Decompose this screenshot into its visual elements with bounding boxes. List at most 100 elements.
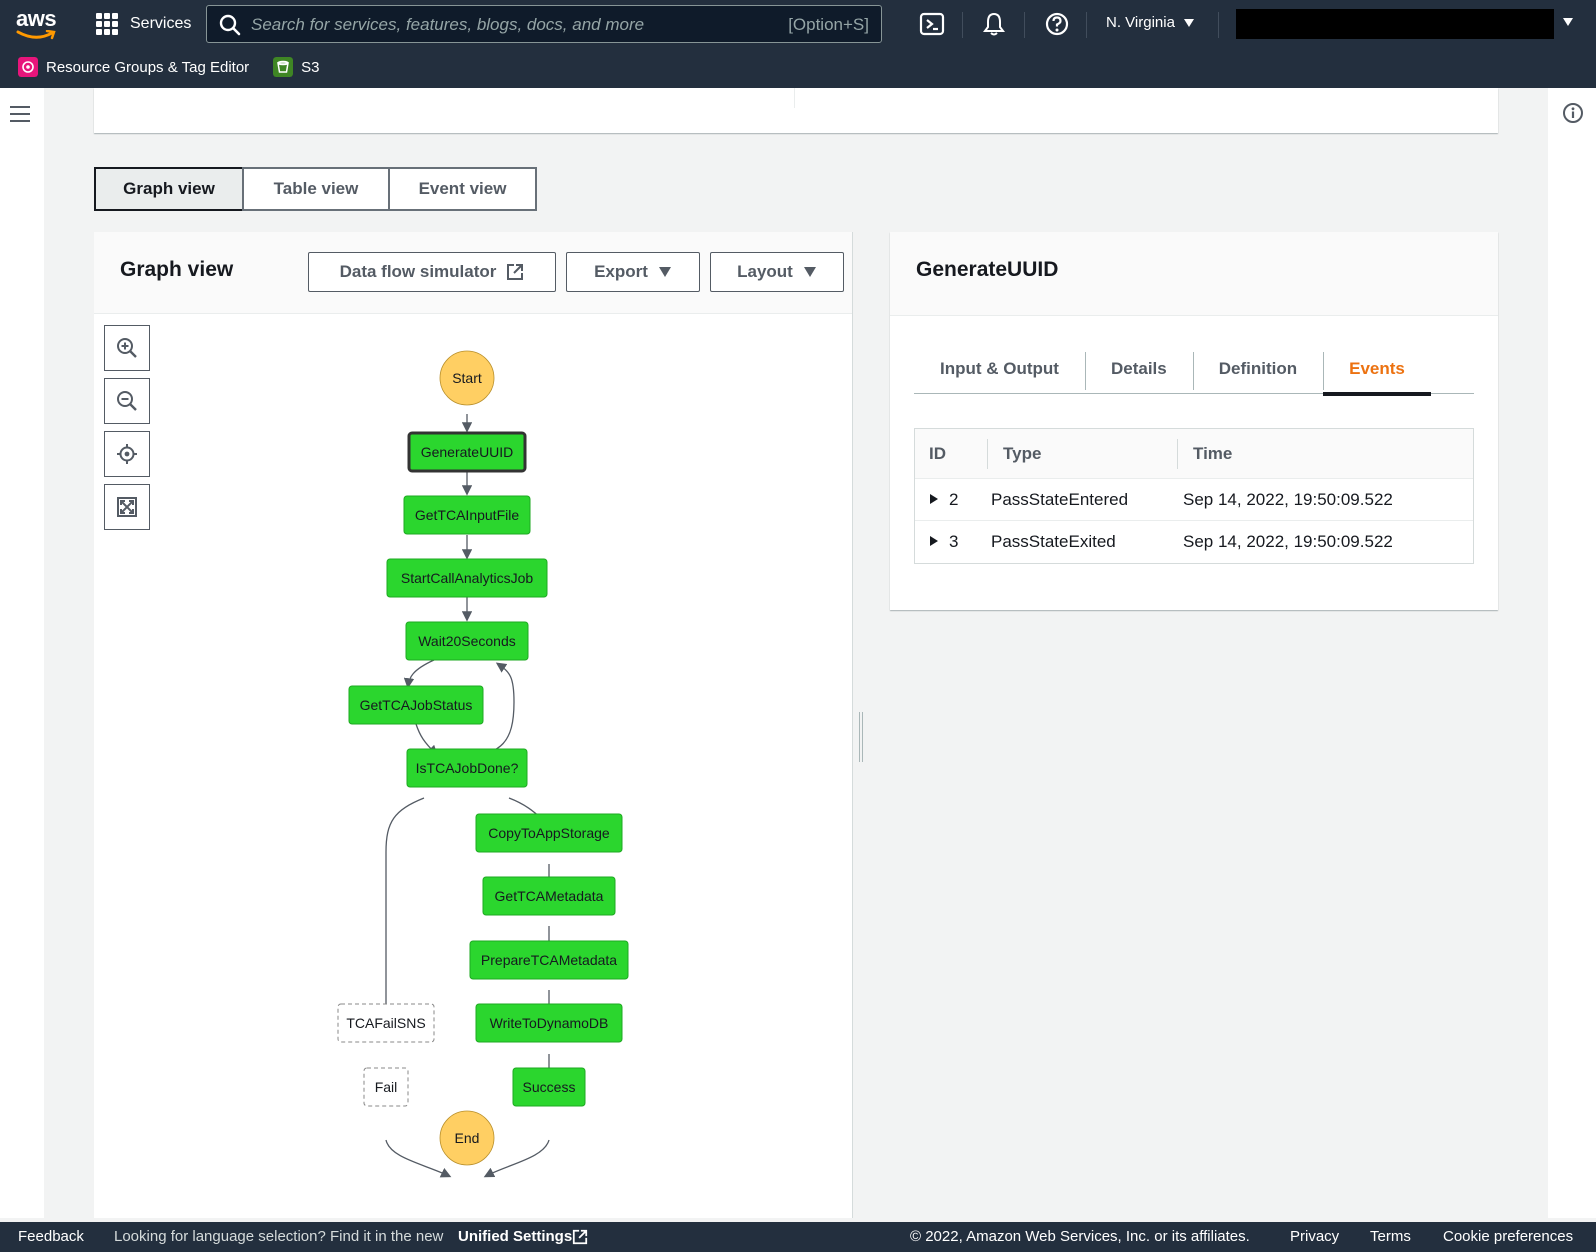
state-node[interactable]: TCAFailSNS [337,1003,435,1043]
state-details-panel: GenerateUUID Input & Output Details Defi… [890,232,1498,610]
state-node-label: PrepareTCAMetadata [481,952,617,968]
caret-down-icon [658,267,671,277]
layout-button[interactable]: Layout [710,252,844,292]
center-graph-button[interactable] [104,431,150,477]
column-header-time[interactable]: Time [1193,444,1232,464]
tab-definition[interactable]: Definition [1192,344,1323,394]
region-label: N. Virginia [1106,14,1175,31]
state-node[interactable]: Fail [363,1067,409,1107]
account-menu[interactable] [1236,9,1554,39]
state-node[interactable]: IsTCAJobDone? [406,748,528,788]
state-node-label: TCAFailSNS [346,1015,425,1031]
export-button[interactable]: Export [566,252,700,292]
region-selector[interactable]: N. Virginia [1106,14,1195,31]
graph-edges [380,414,555,1178]
feedback-link[interactable]: Feedback [18,1228,84,1245]
panel-resize-handle[interactable] [852,232,870,1218]
graph-panel-title: Graph view [120,258,234,281]
table-row[interactable]: 2 PassStateEntered Sep 14, 2022, 19:50:0… [915,479,1473,521]
zoom-in-button[interactable] [104,325,150,371]
state-node-label: Wait20Seconds [418,633,516,649]
cloudshell-icon[interactable] [918,10,946,38]
details-tabs: Input & Output Details Definition Events [914,344,1474,396]
graph-panel-header: Graph view Data flow simulator Export La… [94,232,852,314]
data-flow-simulator-button[interactable]: Data flow simulator [308,252,556,292]
graph-view-toggle[interactable]: Graph view [94,167,244,211]
menu-hamburger-icon[interactable] [10,106,30,127]
event-type: PassStateExited [991,532,1116,551]
favorite-resource-groups[interactable]: Resource Groups & Tag Editor [18,57,249,77]
favorite-label: Resource Groups & Tag Editor [46,58,250,76]
event-time: Sep 14, 2022, 19:50:09.522 [1183,490,1393,509]
event-id: 2 [949,490,959,509]
state-node[interactable]: StartCallAnalyticsJob [386,558,548,598]
state-node[interactable]: CopyToAppStorage [475,813,623,853]
card-divider [794,88,795,108]
state-node[interactable]: Success [512,1067,586,1107]
aws-smile-icon [16,30,56,40]
start-node[interactable]: Start [439,350,495,406]
event-time: Sep 14, 2022, 19:50:09.522 [1183,532,1393,551]
state-node[interactable]: Wait20Seconds [405,621,529,661]
expand-caret-icon[interactable] [929,535,939,547]
services-menu[interactable]: Services [96,10,191,38]
right-rail [1548,88,1596,1218]
fit-to-screen-icon [117,497,137,517]
state-node-label: CopyToAppStorage [488,825,610,841]
layout-label: Layout [737,262,793,281]
fit-graph-button[interactable] [104,484,150,530]
left-rail [0,88,44,1218]
events-table-header: ID Type Time [915,429,1473,479]
s3-bucket-icon [273,57,294,77]
cookie-preferences-link[interactable]: Cookie preferences [1443,1228,1573,1245]
data-flow-simulator-label: Data flow simulator [339,262,497,281]
tab-details[interactable]: Details [1084,344,1193,394]
state-node[interactable]: WriteToDynamoDB [475,1003,623,1043]
state-node-label: Fail [375,1079,398,1095]
caret-down-icon [1183,18,1194,27]
state-node[interactable]: GetTCAMetadata [482,876,616,916]
copyright-text: © 2022, Amazon Web Services, Inc. or its… [910,1228,1250,1245]
favorite-s3[interactable]: S3 [273,57,320,77]
state-node[interactable]: GetTCAInputFile [403,495,531,535]
account-caret-down-icon[interactable] [1562,17,1574,27]
aws-logo-text: aws [16,6,57,31]
zoom-out-icon [117,391,137,411]
terms-link[interactable]: Terms [1370,1228,1411,1245]
tab-events[interactable]: Events [1323,344,1431,396]
search-placeholder: Search for services, features, blogs, do… [251,15,645,34]
info-icon[interactable] [1562,102,1584,124]
event-view-toggle[interactable]: Event view [388,167,537,211]
state-node-label: StartCallAnalyticsJob [401,570,533,586]
state-node[interactable]: GetTCAJobStatus [348,685,484,725]
end-node[interactable]: End [439,1110,495,1166]
table-view-toggle[interactable]: Table view [242,167,390,211]
services-label: Services [130,15,192,32]
state-node-label: GetTCAJobStatus [360,697,473,713]
tab-input-output[interactable]: Input & Output [914,344,1085,394]
column-header-type[interactable]: Type [1003,444,1041,464]
privacy-link[interactable]: Privacy [1290,1228,1339,1245]
nav-separator [1086,12,1087,38]
state-node-label: Success [523,1079,576,1095]
notifications-bell-icon[interactable] [980,10,1008,38]
graph-panel: Graph view Data flow simulator Export La… [94,232,852,1218]
state-node-label: IsTCAJobDone? [416,760,519,776]
resource-groups-icon [18,57,38,77]
event-type: PassStateEntered [991,490,1129,509]
state-node[interactable]: PrepareTCAMetadata [469,940,629,980]
help-icon[interactable] [1043,10,1071,38]
expand-caret-icon[interactable] [929,493,939,505]
state-node[interactable]: GenerateUUID [407,431,527,473]
language-prompt: Looking for language selection? Find it … [114,1228,444,1245]
aws-logo[interactable]: aws [14,6,60,42]
state-node-label: WriteToDynamoDB [490,1015,609,1031]
zoom-out-button[interactable] [104,378,150,424]
resize-grip-icon [859,712,863,762]
table-row[interactable]: 3 PassStateExited Sep 14, 2022, 19:50:09… [915,521,1473,563]
external-link-icon[interactable] [572,1229,588,1245]
unified-settings-link[interactable]: Unified Settings [458,1228,572,1245]
footer: Feedback Looking for language selection?… [0,1222,1596,1252]
column-header-id[interactable]: ID [929,444,946,464]
search-input[interactable]: Search for services, features, blogs, do… [206,5,882,43]
